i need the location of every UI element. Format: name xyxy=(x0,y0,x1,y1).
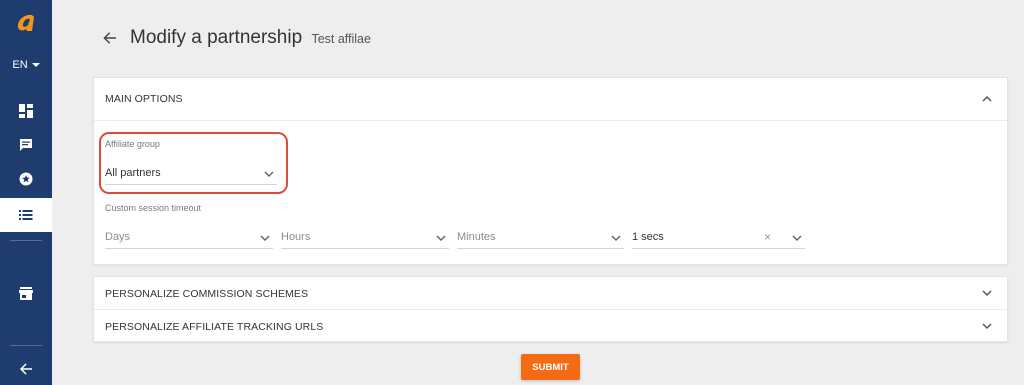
sidebar-item-favorites[interactable] xyxy=(0,163,52,195)
sidebar-divider xyxy=(10,240,42,241)
arrow-left-icon xyxy=(103,32,116,44)
seconds-select[interactable]: 1 secs × xyxy=(632,227,805,249)
hours-placeholder: Hours xyxy=(281,231,311,243)
main-options-title: MAIN OPTIONS xyxy=(105,93,183,105)
chevron-down-icon xyxy=(982,323,992,330)
days-placeholder: Days xyxy=(105,231,131,243)
minutes-select[interactable]: Minutes xyxy=(457,227,624,249)
store-icon xyxy=(19,286,33,300)
commission-schemes-title: PERSONALIZE COMMISSION SCHEMES xyxy=(105,288,309,300)
page-subtitle: Test affilae xyxy=(311,32,371,46)
sidebar: EN xyxy=(0,0,52,385)
tracking-urls-title: PERSONALIZE AFFILIATE TRACKING URLS xyxy=(105,321,324,333)
highlight-box xyxy=(99,132,288,194)
chevron-down-icon xyxy=(611,235,621,242)
chevron-down-icon xyxy=(260,235,270,242)
commission-schemes-header[interactable]: PERSONALIZE COMMISSION SCHEMES xyxy=(94,277,1007,310)
back-button[interactable] xyxy=(102,30,118,46)
language-selector[interactable]: EN xyxy=(0,56,52,74)
tracking-urls-header[interactable]: PERSONALIZE AFFILIATE TRACKING URLS xyxy=(94,310,1007,343)
sidebar-item-list[interactable] xyxy=(0,198,52,232)
affilae-logo[interactable] xyxy=(14,10,38,36)
chevron-up-icon[interactable] xyxy=(981,93,993,105)
main-options-header[interactable]: MAIN OPTIONS xyxy=(94,78,1007,121)
hours-select[interactable]: Hours xyxy=(281,227,449,249)
sidebar-item-messages[interactable] xyxy=(0,129,52,161)
back-arrow-icon xyxy=(20,363,32,375)
language-label: EN xyxy=(12,59,28,71)
caret-down-icon xyxy=(31,63,40,67)
sidebar-divider xyxy=(10,345,42,346)
collapsed-sections-card: PERSONALIZE COMMISSION SCHEMES PERSONALI… xyxy=(93,276,1008,342)
star-badge-icon xyxy=(19,172,33,186)
sidebar-collapse-button[interactable] xyxy=(0,353,52,385)
sidebar-item-store[interactable] xyxy=(0,277,52,309)
dashboard-icon xyxy=(19,104,33,118)
page-title-text: Modify a partnership xyxy=(130,27,303,48)
list-icon xyxy=(19,210,33,220)
chevron-down-icon xyxy=(436,235,446,242)
days-select[interactable]: Days xyxy=(105,227,273,249)
chat-icon xyxy=(20,139,32,151)
chevron-down-icon xyxy=(982,290,992,297)
session-timeout-label: Custom session timeout xyxy=(105,203,202,213)
page-title: Modify a partnership Test affilae xyxy=(130,27,371,49)
clear-icon[interactable]: × xyxy=(764,230,771,244)
chevron-down-icon xyxy=(792,235,802,242)
submit-button[interactable]: SUBMIT xyxy=(521,354,580,380)
minutes-placeholder: Minutes xyxy=(457,231,496,243)
sidebar-item-dashboard[interactable] xyxy=(0,95,52,127)
seconds-value: 1 secs xyxy=(632,231,664,243)
